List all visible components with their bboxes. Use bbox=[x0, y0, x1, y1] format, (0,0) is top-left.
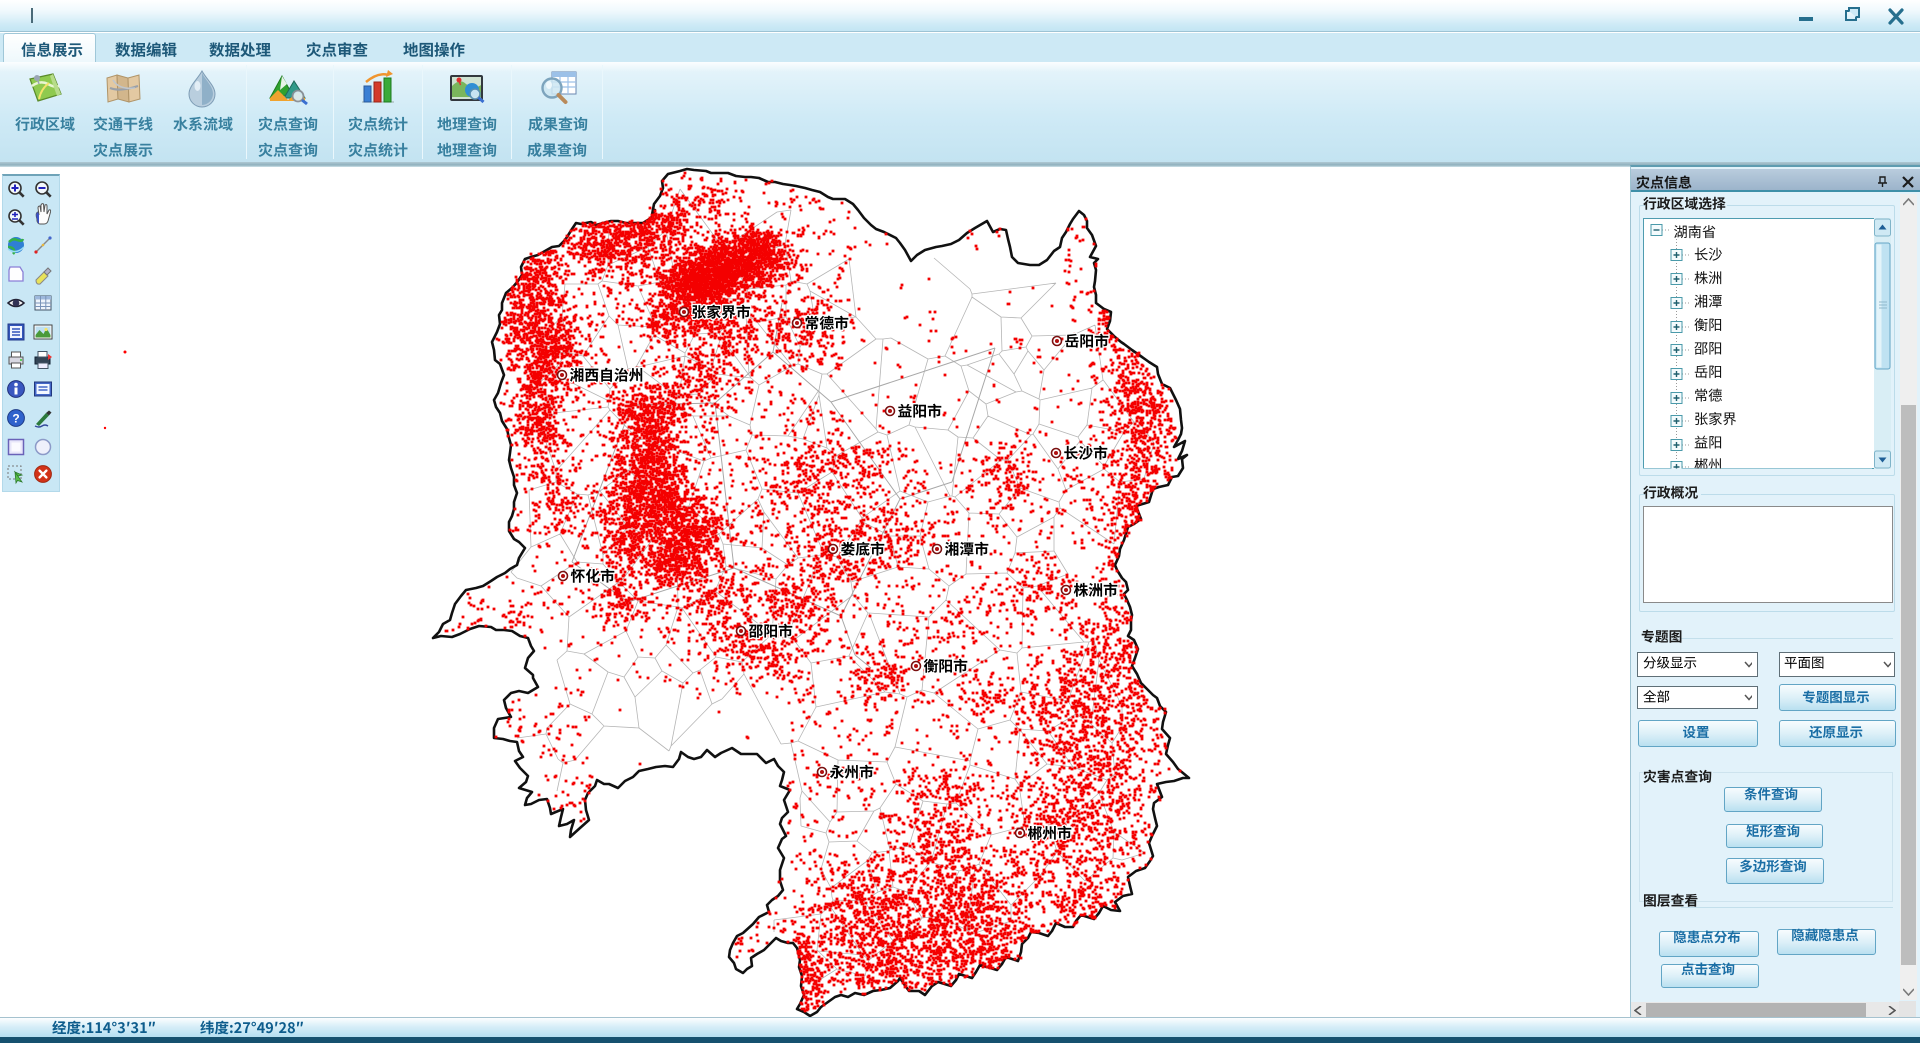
svg-text:?: ? bbox=[12, 412, 19, 426]
